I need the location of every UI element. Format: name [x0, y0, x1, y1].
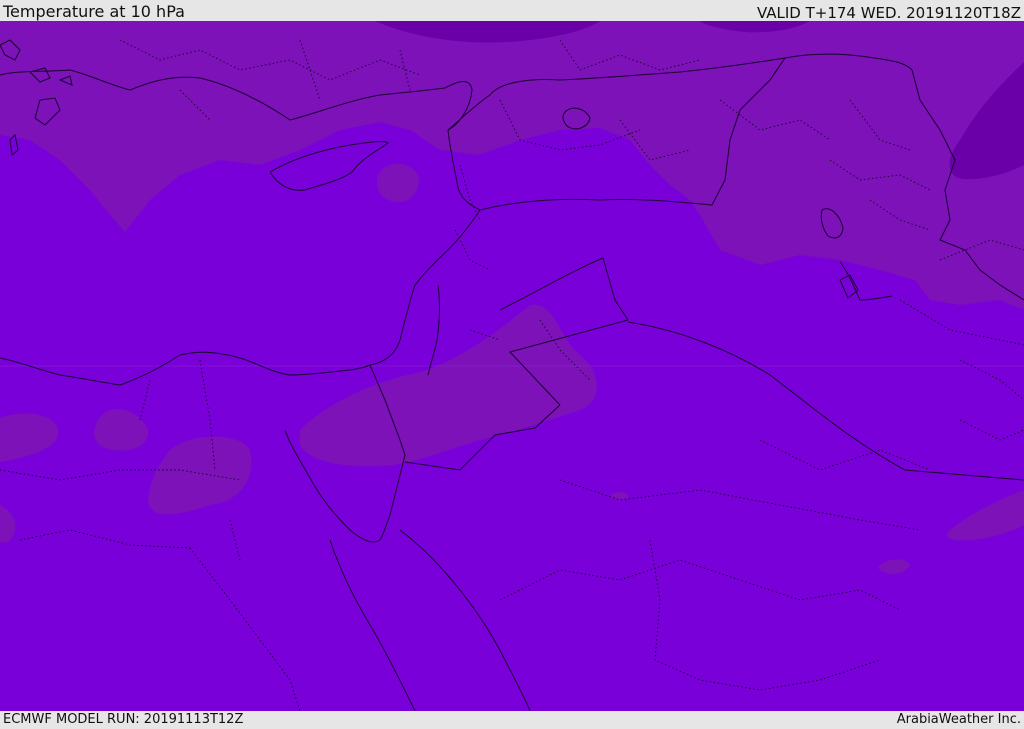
provider-label: ArabiaWeather Inc. [896, 712, 1021, 727]
temperature-map [0, 21, 1024, 711]
map-title: Temperature at 10 hPa [3, 2, 185, 21]
model-run-label: ECMWF MODEL RUN: 20191113T12Z [3, 712, 244, 727]
footer-bar: ECMWF MODEL RUN: 20191113T12Z ArabiaWeat… [0, 711, 1024, 729]
weather-map-frame: Temperature at 10 hPa VALID T+174 WED. 2… [0, 0, 1024, 729]
valid-time: VALID T+174 WED. 20191120T18Z [756, 4, 1021, 22]
header-bar: Temperature at 10 hPa VALID T+174 WED. 2… [0, 0, 1024, 22]
